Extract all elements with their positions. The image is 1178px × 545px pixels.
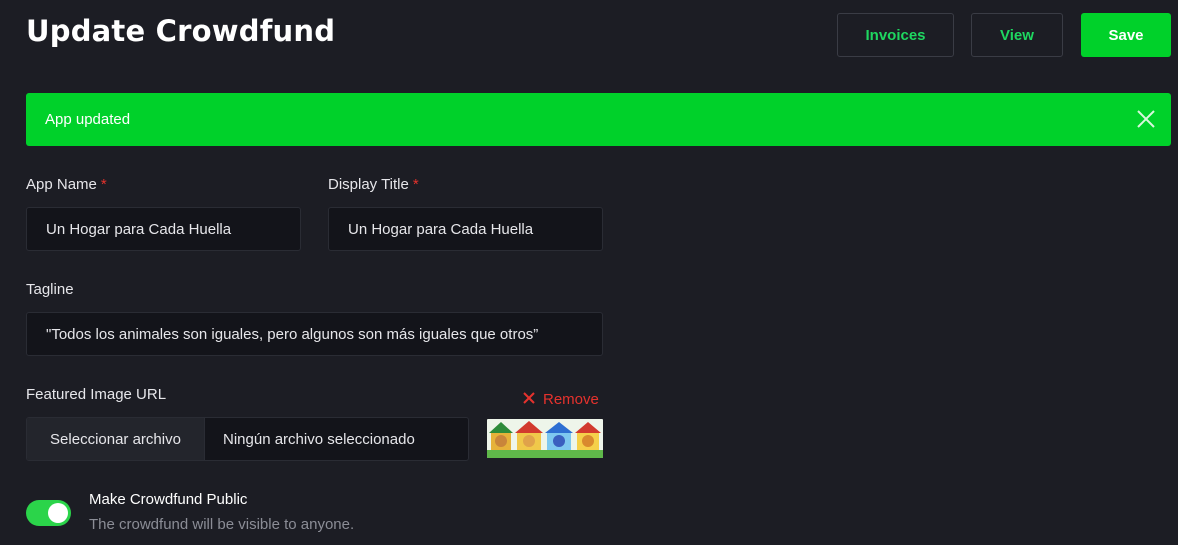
view-button[interactable]: View — [971, 13, 1063, 57]
remove-label: Remove — [543, 391, 599, 408]
remove-image-button[interactable]: Remove — [523, 391, 599, 408]
page-title: Update Crowdfund — [26, 14, 336, 48]
display-title-label: Display Title * — [328, 176, 419, 193]
save-button[interactable]: Save — [1081, 13, 1171, 57]
public-toggle-label: Make Crowdfund Public — [89, 491, 248, 508]
invoices-button[interactable]: Invoices — [837, 13, 954, 57]
tagline-input[interactable]: "Todos los animales son iguales, pero al… — [26, 312, 603, 356]
display-title-label-text: Display Title — [328, 176, 409, 193]
required-mark: * — [412, 176, 419, 193]
public-toggle-help: The crowdfund will be visible to anyone. — [89, 516, 355, 533]
featured-image-thumbnail — [487, 419, 603, 458]
app-name-label: App Name * — [26, 176, 107, 193]
required-mark: * — [100, 176, 107, 193]
toggle-knob — [48, 503, 68, 523]
close-icon — [523, 391, 535, 408]
success-alert: App updated — [26, 93, 1171, 146]
featured-image-label: Featured Image URL — [26, 386, 167, 403]
display-title-input[interactable]: Un Hogar para Cada Huella — [328, 207, 603, 251]
public-toggle[interactable] — [26, 500, 71, 526]
choose-file-button[interactable]: Seleccionar archivo — [27, 418, 205, 460]
app-name-input[interactable]: Un Hogar para Cada Huella — [26, 207, 301, 251]
update-crowdfund-page: Update Crowdfund Invoices View Save App … — [0, 0, 1178, 545]
tagline-label: Tagline — [26, 281, 74, 298]
featured-image-file-input[interactable]: Seleccionar archivo Ningún archivo selec… — [26, 417, 469, 461]
file-status-text: Ningún archivo seleccionado — [223, 430, 415, 448]
close-icon[interactable] — [1135, 108, 1157, 130]
alert-message: App updated — [45, 111, 131, 128]
app-name-label-text: App Name — [26, 176, 97, 193]
